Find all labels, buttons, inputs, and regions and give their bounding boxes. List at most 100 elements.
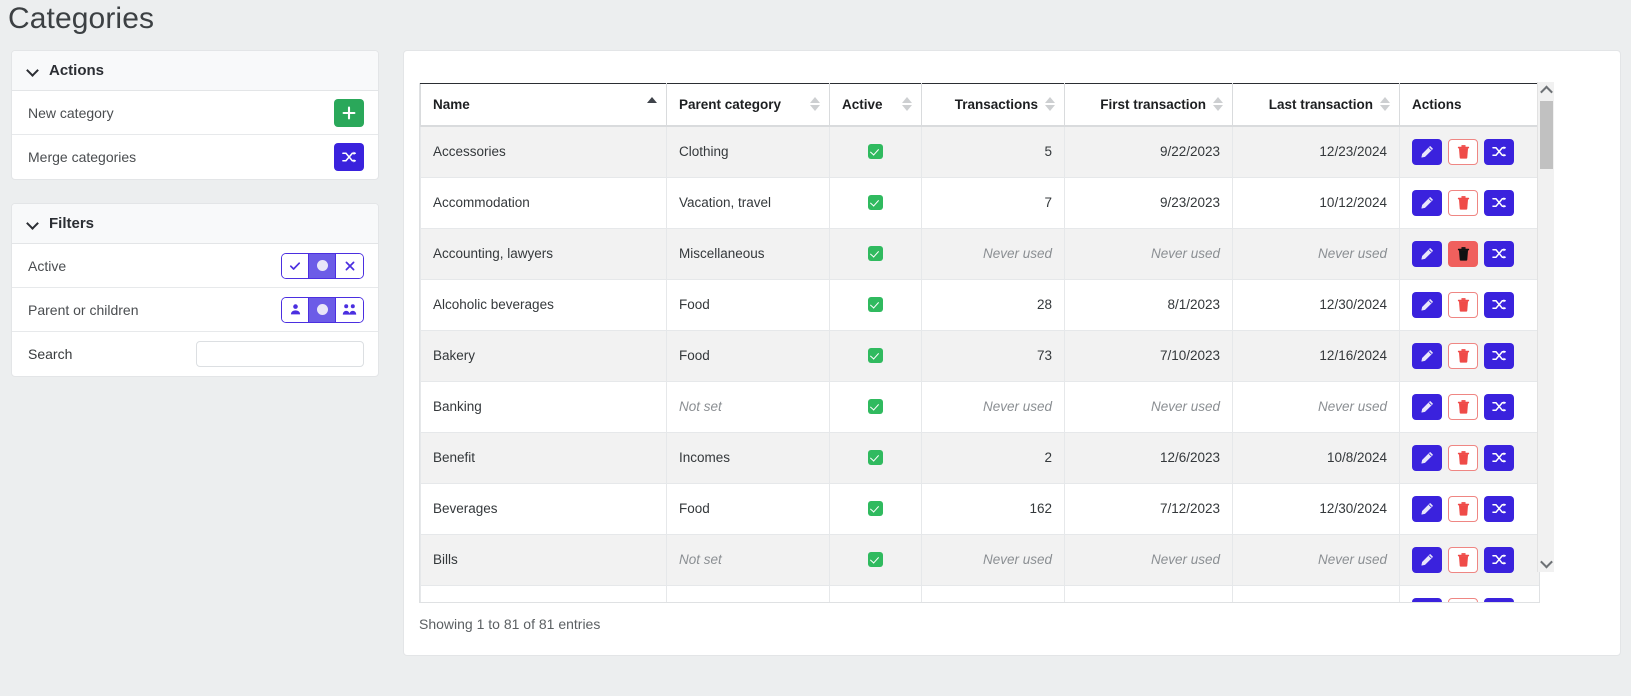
merge-categories-row[interactable]: Merge categories xyxy=(12,135,378,179)
edit-row-button[interactable] xyxy=(1412,189,1442,216)
people-icon xyxy=(342,304,357,315)
cell-active xyxy=(829,431,922,484)
edit-row-button[interactable] xyxy=(1412,444,1442,471)
cell-name: Bonus xyxy=(420,584,667,602)
filter-search-row: Search xyxy=(12,332,378,376)
trash-icon xyxy=(1457,144,1469,159)
merge-row-button[interactable] xyxy=(1484,393,1514,420)
merge-row-button[interactable] xyxy=(1484,138,1514,165)
column-header-name[interactable]: Name xyxy=(420,83,667,127)
cell-last-transaction-text: 12/30/2024 xyxy=(1319,297,1387,312)
cell-transactions-text: Never used xyxy=(982,552,1052,567)
column-header-actions: Actions xyxy=(1399,83,1539,127)
categories-table-scroll-region[interactable]: Name Parent category Active Transactions… xyxy=(419,83,1540,603)
filter-children-button[interactable] xyxy=(336,297,363,322)
table-row[interactable]: BonusIncomes 59/3/20239/1/2024 xyxy=(420,584,1539,602)
column-header-transactions[interactable]: Transactions xyxy=(921,83,1065,127)
merge-row-button[interactable] xyxy=(1484,597,1514,602)
edit-row-button[interactable] xyxy=(1412,342,1442,369)
actions-card-header[interactable]: Actions xyxy=(12,51,378,91)
delete-row-button[interactable] xyxy=(1448,546,1478,573)
filter-parent-children-any-button[interactable] xyxy=(309,297,336,322)
filter-active-toggle-group[interactable] xyxy=(281,252,364,279)
merge-categories-button[interactable] xyxy=(334,143,364,171)
table-row[interactable]: Accounting, lawyers Miscellaneous Never us… xyxy=(420,227,1539,280)
delete-row-button[interactable] xyxy=(1448,189,1478,216)
cell-last-transaction-text: Never used xyxy=(1317,399,1387,414)
delete-row-button[interactable] xyxy=(1448,393,1478,420)
merge-row-button[interactable] xyxy=(1484,444,1514,471)
filter-active-any-button[interactable] xyxy=(309,253,336,278)
sort-ascending-icon[interactable] xyxy=(647,96,657,112)
table-body: Accessories Clothing 5 9/22/2023 12/23/2024 A… xyxy=(420,125,1539,602)
merge-row-button[interactable] xyxy=(1484,546,1514,573)
table-row[interactable]: Banking Not set Never used Never used Never … xyxy=(420,380,1539,433)
edit-icon xyxy=(1421,247,1433,260)
shuffle-icon xyxy=(341,151,356,163)
cell-name-text: Bakery xyxy=(433,348,476,363)
page-title: Categories xyxy=(8,2,155,35)
filter-parent-children-toggle-group[interactable] xyxy=(281,296,364,323)
table-row[interactable]: Beverages Food 162 7/12/2023 12/30/2024 xyxy=(420,482,1539,535)
delete-row-button[interactable] xyxy=(1448,291,1478,318)
new-category-button[interactable] xyxy=(334,98,364,127)
delete-row-button[interactable] xyxy=(1448,342,1478,369)
column-header-first-transaction[interactable]: First transaction xyxy=(1064,83,1233,127)
edit-row-button[interactable] xyxy=(1412,138,1442,165)
table-row[interactable]: Bakery Food 73 7/10/2023 12/16/2024 xyxy=(420,329,1539,382)
table-row[interactable]: Accessories Clothing 5 9/22/2023 12/23/2024 xyxy=(420,125,1539,178)
merge-row-button[interactable] xyxy=(1484,240,1514,267)
merge-row-button[interactable] xyxy=(1484,291,1514,318)
column-header-parent-category[interactable]: Parent category xyxy=(666,83,830,127)
person-icon xyxy=(290,304,300,315)
column-header-active[interactable]: Active xyxy=(829,83,922,127)
cell-parent-category: Incomes xyxy=(666,584,830,602)
delete-row-button[interactable] xyxy=(1448,240,1478,267)
sort-both-icon[interactable] xyxy=(1380,96,1390,112)
sort-both-icon[interactable] xyxy=(810,96,820,112)
cell-active xyxy=(829,533,922,586)
filter-active-yes-button[interactable] xyxy=(282,253,309,278)
delete-row-button[interactable] xyxy=(1448,138,1478,165)
merge-row-button[interactable] xyxy=(1484,342,1514,369)
new-category-row[interactable]: New category xyxy=(12,91,378,135)
cell-first-transaction: 9/22/2023 xyxy=(1064,125,1233,178)
edit-row-button[interactable] xyxy=(1412,597,1442,602)
table-row[interactable]: Benefit Incomes 2 12/6/2023 10/8/2024 xyxy=(420,431,1539,484)
filters-card-header[interactable]: Filters xyxy=(12,204,378,244)
cell-transactions: 162 xyxy=(921,482,1065,535)
edit-row-button[interactable] xyxy=(1412,291,1442,318)
filter-parent-button[interactable] xyxy=(282,297,309,322)
cell-transactions: 5 xyxy=(921,125,1065,178)
delete-row-button[interactable] xyxy=(1448,597,1478,602)
cell-actions xyxy=(1399,482,1539,535)
search-input[interactable] xyxy=(196,341,364,367)
cell-last-transaction: 12/16/2024 xyxy=(1232,329,1400,382)
column-header-last-transaction[interactable]: Last transaction xyxy=(1232,83,1400,127)
merge-row-button[interactable] xyxy=(1484,495,1514,522)
edit-row-button[interactable] xyxy=(1412,393,1442,420)
scroll-down-arrow-icon[interactable] xyxy=(1538,555,1555,572)
table-vertical-scrollbar[interactable] xyxy=(1537,82,1554,572)
cell-transactions: 28 xyxy=(921,278,1065,331)
table-row[interactable]: Alcoholic beverages Food 28 8/1/2023 12/30/2… xyxy=(420,278,1539,331)
edit-row-button[interactable] xyxy=(1412,495,1442,522)
cell-actions xyxy=(1399,380,1539,433)
delete-row-button[interactable] xyxy=(1448,444,1478,471)
scrollbar-thumb[interactable] xyxy=(1540,101,1553,169)
edit-icon xyxy=(1421,349,1433,362)
cell-first-transaction-text: 12/6/2023 xyxy=(1159,450,1220,465)
edit-row-button[interactable] xyxy=(1412,240,1442,267)
filter-active-no-button[interactable] xyxy=(336,253,363,278)
sort-both-icon[interactable] xyxy=(902,96,912,112)
scroll-up-arrow-icon[interactable] xyxy=(1538,82,1555,99)
merge-row-button[interactable] xyxy=(1484,189,1514,216)
edit-row-button[interactable] xyxy=(1412,546,1442,573)
sort-both-icon[interactable] xyxy=(1213,96,1223,112)
sort-both-icon[interactable] xyxy=(1045,96,1055,112)
cell-name: Accommodation xyxy=(420,176,667,229)
table-row[interactable]: Bills Not set Never used Never used Never us… xyxy=(420,533,1539,586)
cell-actions xyxy=(1399,278,1539,331)
table-row[interactable]: Accommodation Vacation, travel 7 9/23/2023 1… xyxy=(420,176,1539,229)
delete-row-button[interactable] xyxy=(1448,495,1478,522)
